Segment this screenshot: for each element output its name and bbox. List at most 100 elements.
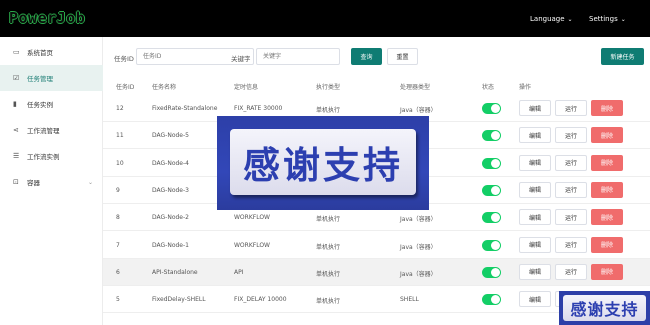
thanks-text-small: 感谢支持 bbox=[570, 300, 639, 319]
thanks-overlay-large: 感谢支持 bbox=[217, 116, 429, 210]
cell-timing: WORKFLOW bbox=[234, 241, 270, 249]
delete-button[interactable]: 删除 bbox=[591, 236, 623, 253]
cell-processor: Java（容器） bbox=[400, 243, 437, 251]
edit-button[interactable]: 编辑 bbox=[519, 100, 551, 116]
cell-timing: API bbox=[234, 268, 244, 276]
cell-id: 7 bbox=[116, 241, 120, 249]
column-header: 任务ID bbox=[116, 84, 135, 91]
job-id-label: 任务ID bbox=[114, 55, 134, 63]
delete-button[interactable]: 删除 bbox=[591, 127, 623, 144]
cell-exec: 单机执行 bbox=[316, 243, 341, 251]
cell-name: DAG-Node-3 bbox=[152, 186, 189, 194]
run-button[interactable]: 运行 bbox=[555, 263, 587, 280]
status-toggle[interactable] bbox=[482, 130, 501, 142]
keyword-label: 关键字 bbox=[231, 55, 251, 63]
cell-id: 6 bbox=[116, 268, 120, 276]
delete-button[interactable]: 删除 bbox=[591, 209, 623, 226]
language-menu[interactable]: Language ⌄ bbox=[530, 15, 573, 23]
sidebar-item-label: 任务实例 bbox=[27, 101, 53, 109]
cell-timing: WORKFLOW bbox=[234, 214, 270, 222]
query-button[interactable]: 查询 bbox=[351, 48, 382, 65]
cell-name: DAG-Node-2 bbox=[152, 214, 189, 222]
column-header: 执行类型 bbox=[316, 84, 341, 91]
cell-id: 12 bbox=[116, 105, 124, 112]
run-button[interactable]: 运行 bbox=[555, 181, 587, 198]
sidebar-item-label: 容器 bbox=[27, 179, 40, 187]
chevron-down-icon: ⌄ bbox=[620, 16, 626, 23]
cell-exec: 单机执行 bbox=[316, 107, 341, 114]
cell-processor: Java（容器） bbox=[400, 107, 437, 114]
sidebar-item-label: 工作流实例 bbox=[27, 153, 60, 161]
status-toggle[interactable] bbox=[482, 294, 501, 306]
sidebar-item-2[interactable]: ▮ 任务实例 bbox=[0, 91, 103, 117]
delete-button[interactable]: 删除 bbox=[591, 154, 623, 171]
status-toggle[interactable] bbox=[482, 157, 501, 169]
cell-name: API-Standalone bbox=[152, 268, 198, 276]
run-button[interactable]: 运行 bbox=[555, 100, 587, 116]
cell-id: 5 bbox=[116, 296, 120, 304]
task-icon: ☑ bbox=[13, 74, 20, 82]
column-header: 任务名称 bbox=[152, 84, 177, 91]
sidebar-item-1[interactable]: ☑ 任务管理 bbox=[0, 65, 103, 91]
cell-exec: 单机执行 bbox=[316, 216, 341, 224]
sidebar-item-label: 任务管理 bbox=[27, 75, 53, 83]
status-toggle[interactable] bbox=[482, 212, 501, 224]
thanks-text-large: 感谢支持 bbox=[243, 144, 403, 187]
sidebar-item-0[interactable]: ▭ 系统首页 bbox=[0, 39, 103, 65]
cell-timing: FIX_RATE 30000 bbox=[234, 105, 283, 112]
edit-button[interactable]: 编辑 bbox=[519, 127, 551, 144]
sidebar: ▭ 系统首页 ☑ 任务管理 ▮ 任务实例 ⋖ 工作流管理 ☰ 工作流实例 ⊡ 容器 ⌄ bbox=[0, 37, 103, 325]
run-button[interactable]: 运行 bbox=[555, 154, 587, 171]
new-job-button[interactable]: 新建任务 bbox=[601, 48, 644, 65]
delete-button[interactable]: 删除 bbox=[591, 181, 623, 198]
sidebar-item-5[interactable]: ⊡ 容器 ⌄ bbox=[0, 169, 103, 195]
column-header: 处理器类型 bbox=[400, 84, 431, 91]
delete-button[interactable]: 删除 bbox=[591, 263, 623, 280]
status-toggle[interactable] bbox=[482, 184, 501, 196]
sidebar-item-label: 工作流管理 bbox=[27, 127, 60, 135]
settings-menu[interactable]: Settings ⌄ bbox=[589, 15, 626, 23]
cell-processor: Java（容器） bbox=[400, 270, 437, 278]
list-icon: ☰ bbox=[13, 152, 20, 160]
cell-name: DAG-Node-4 bbox=[152, 159, 189, 167]
app-logo[interactable]: PowerJob bbox=[9, 9, 85, 27]
chevron-down-icon: ⌄ bbox=[87, 178, 93, 186]
run-button[interactable]: 运行 bbox=[555, 209, 587, 226]
edit-button[interactable]: 编辑 bbox=[519, 209, 551, 226]
column-header: 定时信息 bbox=[234, 84, 259, 91]
language-label: Language bbox=[530, 15, 565, 23]
edit-button[interactable]: 编辑 bbox=[519, 291, 551, 308]
sidebar-item-4[interactable]: ☰ 工作流实例 bbox=[0, 143, 103, 169]
bar-chart-icon: ▮ bbox=[13, 100, 17, 108]
share-icon: ⋖ bbox=[13, 126, 19, 134]
cell-timing: FIX_DELAY 10000 bbox=[234, 296, 287, 304]
monitor-icon: ▭ bbox=[13, 48, 20, 56]
run-button[interactable]: 运行 bbox=[555, 127, 587, 144]
edit-button[interactable]: 编辑 bbox=[519, 263, 551, 280]
cell-processor: SHELL bbox=[400, 296, 419, 304]
column-header: 操作 bbox=[519, 84, 532, 91]
sidebar-item-3[interactable]: ⋖ 工作流管理 bbox=[0, 117, 103, 143]
reset-button[interactable]: 重置 bbox=[387, 48, 418, 65]
cell-id: 9 bbox=[116, 186, 120, 194]
edit-button[interactable]: 编辑 bbox=[519, 181, 551, 198]
cell-name: DAG-Node-5 bbox=[152, 132, 189, 140]
edit-button[interactable]: 编辑 bbox=[519, 236, 551, 253]
table-row: 6 API-Standalone API 单机执行 Java（容器） 编辑 运行 删除 bbox=[103, 258, 650, 286]
keyword-input[interactable] bbox=[256, 48, 340, 65]
run-button[interactable]: 运行 bbox=[555, 236, 587, 253]
top-bar: PowerJob Language ⌄ Settings ⌄ bbox=[0, 0, 650, 37]
delete-button[interactable]: 删除 bbox=[591, 100, 623, 116]
sidebar-item-label: 系统首页 bbox=[27, 49, 53, 57]
status-toggle[interactable] bbox=[482, 103, 501, 114]
edit-button[interactable]: 编辑 bbox=[519, 154, 551, 171]
cell-name: DAG-Node-1 bbox=[152, 241, 189, 249]
column-header: 状态 bbox=[482, 84, 495, 91]
cell-id: 8 bbox=[116, 214, 120, 222]
chevron-down-icon: ⌄ bbox=[567, 16, 573, 23]
cell-exec: 单机执行 bbox=[316, 270, 341, 278]
status-toggle[interactable] bbox=[482, 266, 501, 278]
table-row: 7 DAG-Node-1 WORKFLOW 单机执行 Java（容器） 编辑 运行 删除 bbox=[103, 232, 650, 259]
status-toggle[interactable] bbox=[482, 239, 501, 251]
thanks-overlay-small: 感谢支持 bbox=[559, 291, 650, 325]
